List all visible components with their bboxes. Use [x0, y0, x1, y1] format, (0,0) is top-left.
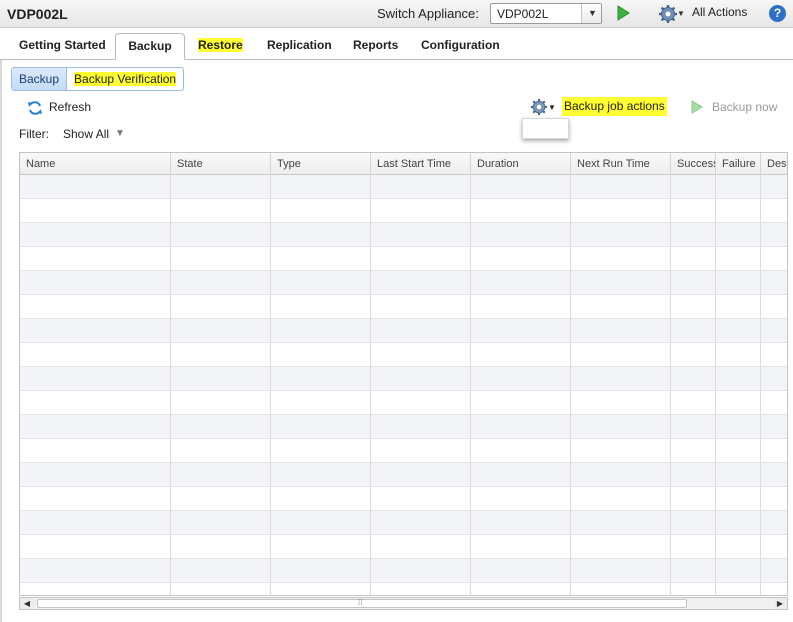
table-row	[20, 175, 787, 199]
chevron-down-icon[interactable]: ▼	[115, 128, 125, 139]
table-row	[20, 271, 787, 295]
filter-value[interactable]: Show All	[63, 127, 109, 141]
backup-jobs-table: Name State Type Last Start Time Duration…	[19, 152, 788, 596]
chevron-down-icon: ▼	[548, 103, 556, 112]
subtab-backup[interactable]: Backup	[12, 68, 68, 90]
table-row	[20, 511, 787, 535]
table-row	[20, 223, 787, 247]
tab-restore[interactable]: Restore	[190, 33, 251, 60]
subtab-backup-verification[interactable]: Backup Verification	[67, 68, 183, 90]
scroll-left-icon[interactable]: ◀	[20, 598, 34, 609]
column-header-last-start-time[interactable]: Last Start Time	[371, 153, 471, 175]
title-bar: VDP002L Switch Appliance: VDP002L ▼ ▼ Al…	[0, 0, 793, 28]
table-row	[20, 439, 787, 463]
table-row	[20, 463, 787, 487]
column-header-state[interactable]: State	[171, 153, 271, 175]
gear-icon	[530, 98, 548, 116]
refresh-label: Refresh	[49, 100, 92, 114]
table-row	[20, 367, 787, 391]
column-divider	[670, 175, 671, 595]
scrollbar-thumb[interactable]: ⁞⁞	[37, 598, 687, 608]
subtab-backup-verification-label: Backup Verification	[74, 72, 177, 86]
table-row	[20, 535, 787, 559]
tab-restore-label: Restore	[198, 38, 243, 52]
column-divider	[570, 175, 571, 595]
appliance-select-toggle[interactable]: ▼	[581, 4, 601, 23]
app-title: VDP002L	[7, 6, 68, 22]
tab-replication[interactable]: Replication	[259, 33, 340, 60]
column-header-destination[interactable]: Dest	[761, 153, 787, 175]
main-tabs: Getting Started Backup Restore Replicati…	[0, 28, 793, 60]
switch-appliance-label: Switch Appliance:	[377, 6, 479, 21]
column-header-next-run-time[interactable]: Next Run Time	[571, 153, 671, 175]
column-divider	[270, 175, 271, 595]
refresh-icon	[28, 101, 42, 115]
play-icon[interactable]	[615, 5, 631, 21]
subtab-bar: Backup Backup Verification	[11, 67, 185, 91]
column-divider	[715, 175, 716, 595]
table-row	[20, 247, 787, 271]
tab-reports[interactable]: Reports	[345, 33, 406, 60]
table-row	[20, 487, 787, 511]
column-header-duration[interactable]: Duration	[471, 153, 571, 175]
gear-icon	[659, 5, 677, 23]
grip-icon: ⁞⁞	[358, 598, 363, 607]
backup-now-label: Backup now	[712, 100, 778, 114]
table-row	[20, 415, 787, 439]
table-row	[20, 583, 787, 595]
filter-label: Filter:	[19, 127, 49, 141]
tab-getting-started[interactable]: Getting Started	[11, 33, 114, 60]
chevron-down-icon: ▼	[588, 8, 597, 18]
tab-configuration[interactable]: Configuration	[413, 33, 508, 60]
table-row	[20, 319, 787, 343]
column-header-failure[interactable]: Failure	[716, 153, 761, 175]
panel-left-border	[0, 60, 2, 622]
column-divider	[760, 175, 761, 595]
column-header-type[interactable]: Type	[271, 153, 371, 175]
job-actions-dropdown[interactable]	[522, 118, 569, 139]
table-row	[20, 559, 787, 583]
column-divider	[370, 175, 371, 595]
table-header: Name State Type Last Start Time Duration…	[20, 153, 787, 175]
help-icon[interactable]: ?	[769, 5, 786, 22]
appliance-select[interactable]: VDP002L ▼	[490, 3, 602, 24]
table-row	[20, 199, 787, 223]
all-actions-label: All Actions	[692, 5, 748, 19]
column-header-success[interactable]: Success	[671, 153, 716, 175]
table-row	[20, 343, 787, 367]
scroll-right-icon[interactable]: ▶	[773, 598, 787, 609]
play-icon	[691, 100, 703, 114]
chevron-down-icon: ▼	[677, 9, 685, 18]
table-row	[20, 295, 787, 319]
appliance-select-value: VDP002L	[497, 7, 549, 21]
backup-job-actions-label: Backup job actions	[562, 97, 667, 116]
column-header-name[interactable]: Name	[20, 153, 171, 175]
tab-backup[interactable]: Backup	[115, 33, 185, 60]
column-divider	[170, 175, 171, 595]
horizontal-scrollbar[interactable]: ◀ ⁞⁞ ▶	[19, 597, 788, 610]
table-body	[20, 175, 787, 595]
column-divider	[470, 175, 471, 595]
table-row	[20, 391, 787, 415]
